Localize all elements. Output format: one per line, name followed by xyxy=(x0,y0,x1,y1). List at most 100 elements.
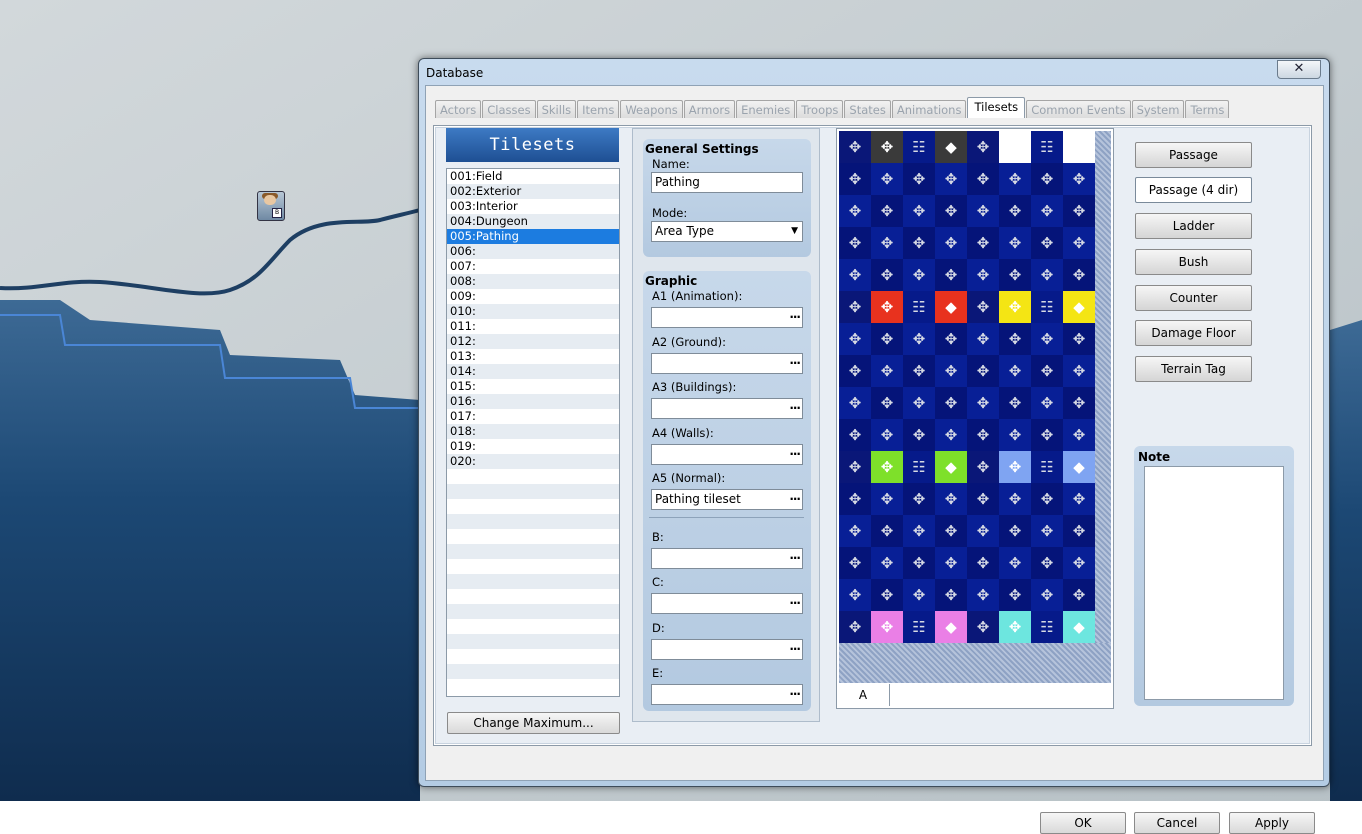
tile[interactable]: ✥ xyxy=(999,355,1031,387)
tile[interactable]: ✥ xyxy=(871,611,903,643)
tile[interactable]: ☷ xyxy=(1031,451,1063,483)
tile[interactable]: ✥ xyxy=(839,291,871,323)
tile[interactable]: ✥ xyxy=(871,419,903,451)
graphic-field[interactable]: ... xyxy=(651,398,803,419)
tile[interactable]: ✥ xyxy=(967,323,999,355)
tile[interactable]: ✥ xyxy=(999,131,1031,163)
bush-button[interactable]: Bush xyxy=(1135,249,1252,275)
tile[interactable]: ✥ xyxy=(935,163,967,195)
ok-button[interactable]: OK xyxy=(1040,812,1126,834)
tile[interactable]: ✥ xyxy=(871,195,903,227)
tile[interactable]: ✥ xyxy=(903,227,935,259)
tile[interactable]: ✥ xyxy=(967,547,999,579)
list-item[interactable]: 008: xyxy=(447,274,619,289)
browse-button[interactable]: ... xyxy=(789,487,801,506)
title-bar[interactable]: Database ✕ xyxy=(419,59,1329,85)
change-maximum-button[interactable]: Change Maximum... xyxy=(447,712,620,734)
tile[interactable]: ✥ xyxy=(903,323,935,355)
tile[interactable]: ✥ xyxy=(871,323,903,355)
tab-states[interactable]: States xyxy=(844,100,891,118)
tile[interactable]: ✥ xyxy=(967,131,999,163)
tile[interactable]: ✥ xyxy=(839,483,871,515)
list-item[interactable]: 013: xyxy=(447,349,619,364)
tile[interactable]: ✥ xyxy=(1063,163,1095,195)
graphic-field[interactable]: ... xyxy=(651,593,803,614)
tile[interactable]: ✥ xyxy=(967,515,999,547)
terrain-tag-button[interactable]: Terrain Tag xyxy=(1135,356,1252,382)
tile[interactable]: ☷ xyxy=(903,611,935,643)
tile[interactable]: ☷ xyxy=(1031,291,1063,323)
tile[interactable]: ✥ xyxy=(903,419,935,451)
tile[interactable]: ✥ xyxy=(871,547,903,579)
tile[interactable]: ✥ xyxy=(1063,547,1095,579)
tile[interactable]: ✥ xyxy=(1031,163,1063,195)
tile[interactable]: ✥ xyxy=(1031,483,1063,515)
tile[interactable]: ✥ xyxy=(903,547,935,579)
tile[interactable]: ◆ xyxy=(1063,451,1095,483)
tile[interactable]: ✥ xyxy=(935,579,967,611)
tile[interactable]: ✥ xyxy=(1031,195,1063,227)
list-item[interactable]: 004:Dungeon xyxy=(447,214,619,229)
tab-classes[interactable]: Classes xyxy=(482,100,536,118)
tile[interactable]: ✥ xyxy=(871,291,903,323)
note-textarea[interactable] xyxy=(1144,466,1284,700)
list-item[interactable]: 007: xyxy=(447,259,619,274)
browse-button[interactable]: ... xyxy=(789,591,801,610)
tile[interactable]: ✥ xyxy=(839,163,871,195)
tile[interactable]: ◆ xyxy=(935,611,967,643)
tile[interactable]: ✥ xyxy=(1063,419,1095,451)
tile[interactable]: ✥ xyxy=(839,419,871,451)
tile[interactable]: ✥ xyxy=(839,323,871,355)
tile[interactable]: ✥ xyxy=(967,195,999,227)
tile[interactable]: ✥ xyxy=(871,227,903,259)
browse-button[interactable]: ... xyxy=(789,546,801,565)
tile[interactable]: ✥ xyxy=(1031,419,1063,451)
tile[interactable]: ✥ xyxy=(999,483,1031,515)
tile[interactable]: ✥ xyxy=(935,259,967,291)
tile[interactable]: ✥ xyxy=(999,387,1031,419)
graphic-field[interactable]: ... xyxy=(651,353,803,374)
tile[interactable]: ✥ xyxy=(871,451,903,483)
browse-button[interactable]: ... xyxy=(789,305,801,324)
browse-button[interactable]: ... xyxy=(789,682,801,701)
passage-button[interactable]: Passage xyxy=(1135,142,1252,168)
tile[interactable]: ✥ xyxy=(839,227,871,259)
tile[interactable]: ✥ xyxy=(839,131,871,163)
tile[interactable]: ✥ xyxy=(871,163,903,195)
tile[interactable]: ✥ xyxy=(839,195,871,227)
tile[interactable]: ✥ xyxy=(839,547,871,579)
tile[interactable]: ✥ xyxy=(1031,323,1063,355)
tile[interactable]: ✥ xyxy=(967,387,999,419)
tile[interactable]: ✥ xyxy=(903,195,935,227)
list-item[interactable]: 002:Exterior xyxy=(447,184,619,199)
tile[interactable]: ✥ xyxy=(967,259,999,291)
passage-4-dir-button[interactable]: Passage (4 dir) xyxy=(1135,177,1252,203)
tile[interactable]: ✥ xyxy=(1063,355,1095,387)
list-item[interactable]: 020: xyxy=(447,454,619,469)
tile[interactable]: ✥ xyxy=(1063,323,1095,355)
tile[interactable]: ✥ xyxy=(999,259,1031,291)
tile[interactable]: ✥ xyxy=(1063,195,1095,227)
tile[interactable]: ✥ xyxy=(967,483,999,515)
tile[interactable]: ✥ xyxy=(871,483,903,515)
tile[interactable]: ☷ xyxy=(1031,131,1063,163)
tab-troops[interactable]: Troops xyxy=(796,100,844,118)
tile-grid[interactable]: ✥ ✥ ☷ ◆ ✥ ✥ ☷ ◆ ✥ ✥ ✥ ✥ ✥ ✥ ✥ ✥ ✥ ✥ ✥ ✥ ✥ ✥ ✥ ✥ ✥ ✥ ✥ ✥ ✥ ✥ ✥ ✥ ✥ ✥ ✥ ✥ ✥ ✥ ✥ ✥… xyxy=(839,131,1095,643)
tile[interactable]: ✥ xyxy=(871,259,903,291)
tile[interactable]: ✥ xyxy=(871,515,903,547)
tab-system[interactable]: System xyxy=(1131,100,1185,118)
tile[interactable]: ✥ xyxy=(1031,387,1063,419)
tile[interactable]: ✥ xyxy=(999,451,1031,483)
tile[interactable]: ✥ xyxy=(903,515,935,547)
graphic-field[interactable]: ... xyxy=(651,639,803,660)
list-item[interactable]: 009: xyxy=(447,289,619,304)
graphic-field[interactable]: ... xyxy=(651,444,803,465)
tile[interactable]: ◆ xyxy=(1063,291,1095,323)
list-item[interactable]: 005:Pathing xyxy=(447,229,619,244)
tile[interactable]: ✥ xyxy=(935,483,967,515)
list-item[interactable]: 018: xyxy=(447,424,619,439)
tile[interactable]: ✥ xyxy=(999,611,1031,643)
tile-scrollbar[interactable] xyxy=(1095,131,1111,643)
tile[interactable]: ✥ xyxy=(1031,547,1063,579)
tile[interactable]: ✥ xyxy=(999,515,1031,547)
